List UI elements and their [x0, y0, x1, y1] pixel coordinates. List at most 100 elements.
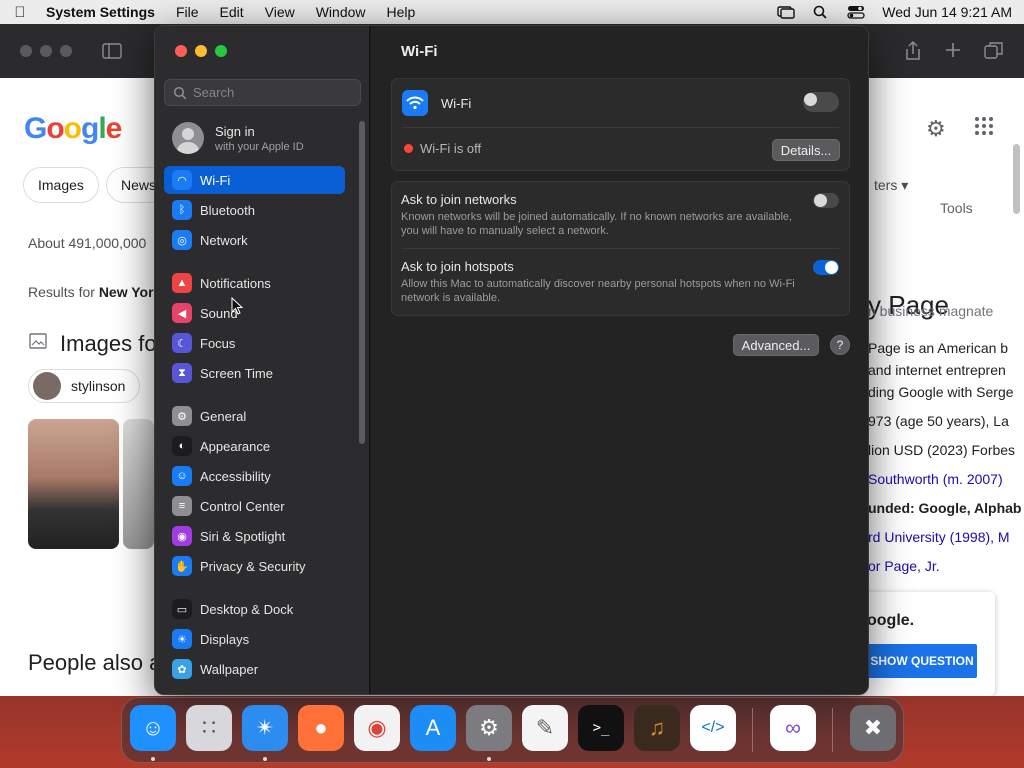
- sidebar-item-general[interactable]: ⚙ General: [164, 402, 345, 430]
- image-result-2[interactable]: [123, 419, 154, 549]
- menu-view[interactable]: View: [265, 4, 295, 20]
- apple-id-sign-in[interactable]: Sign in with your Apple ID: [172, 122, 304, 154]
- menu-bar-clock[interactable]: Wed Jun 14 9:21 AM: [882, 4, 1012, 20]
- sidebar-item-network[interactable]: ◎ Network: [164, 226, 345, 254]
- system-settings-icon[interactable]: ⚙: [466, 705, 512, 751]
- results-for-query[interactable]: New Yor: [99, 284, 154, 300]
- images-heading[interactable]: Images fo: [60, 331, 157, 357]
- spotlight-search-icon[interactable]: [812, 5, 830, 19]
- dock-separator: [752, 708, 753, 752]
- sidebar-item-displays[interactable]: ☀ Displays: [164, 625, 345, 653]
- visual-studio-icon[interactable]: ∞: [770, 705, 816, 751]
- ask-hotspots-desc: Allow this Mac to automatically discover…: [401, 278, 795, 304]
- browser-close-dot[interactable]: [20, 45, 32, 57]
- kp-line: 973 (age 50 years), La: [868, 413, 1009, 429]
- safari-icon[interactable]: ✴: [242, 705, 288, 751]
- wifi-pane: Wi-Fi Wi-Fi Wi-Fi is off Details... Ask …: [371, 26, 868, 694]
- filters-label[interactable]: ters ▾: [874, 177, 908, 194]
- textedit-icon[interactable]: ✎: [522, 705, 568, 751]
- accessibility-icon: ☺: [172, 466, 192, 486]
- garageband-icon[interactable]: ♫: [634, 705, 680, 751]
- trash-icon[interactable]: ✖: [850, 705, 896, 751]
- new-tab-icon[interactable]: [944, 41, 962, 59]
- sidebar-item-sound[interactable]: ◀ Sound: [164, 299, 345, 327]
- vscode-icon[interactable]: </>: [690, 705, 736, 751]
- sidebar-item-label: Wi-Fi: [200, 172, 231, 188]
- kp-line: unded: Google, Alphab: [868, 500, 1022, 516]
- menu-app-name[interactable]: System Settings: [46, 4, 155, 20]
- kp-link[interactable]: Southworth (m. 2007): [868, 471, 1003, 487]
- sidebar-item-bluetooth[interactable]: ᛒ Bluetooth: [164, 196, 345, 224]
- kp-line: and internet entrepren: [868, 362, 1006, 378]
- sidebar-item-appearance[interactable]: ◐ Appearance: [164, 432, 345, 460]
- zoom-button[interactable]: [215, 45, 227, 57]
- details-button[interactable]: Details...: [772, 139, 840, 161]
- advanced-button[interactable]: Advanced...: [733, 334, 819, 356]
- image-chip[interactable]: stylinson: [28, 369, 141, 403]
- sidebar-item-label: Focus: [200, 335, 236, 351]
- wifi-row: Wi-Fi: [392, 79, 849, 127]
- image-result-1[interactable]: [28, 419, 119, 549]
- gear-icon[interactable]: ⚙: [926, 116, 946, 142]
- apps-grid-icon[interactable]: [974, 116, 994, 136]
- kp-link[interactable]: or Page, Jr.: [868, 558, 940, 574]
- tools-link[interactable]: Tools: [940, 200, 973, 216]
- apple-menu-icon[interactable]: : [12, 4, 28, 21]
- sidebar-item-wallpaper[interactable]: ✿ Wallpaper: [164, 655, 345, 683]
- tab-overview-icon[interactable]: [984, 41, 1004, 59]
- logo-letter: G: [24, 112, 47, 145]
- kp-link[interactable]: rd University (1998), M: [868, 529, 1010, 545]
- settings-search[interactable]: [164, 79, 361, 106]
- minimize-button[interactable]: [195, 45, 207, 57]
- browser-zoom-dot[interactable]: [60, 45, 72, 57]
- sidebar-item-screen-time[interactable]: ⧗ Screen Time: [164, 359, 345, 387]
- dock: ☺ ∷ ✴ ● ◉ A ⚙ ✎ >_ ♫ </> ∞ ✖: [121, 697, 904, 763]
- menu-file[interactable]: File: [176, 4, 199, 20]
- chip-images[interactable]: Images: [23, 167, 99, 203]
- browser-minimize-dot[interactable]: [40, 45, 52, 57]
- close-button[interactable]: [175, 45, 187, 57]
- share-icon[interactable]: [904, 41, 922, 61]
- image-icon: [29, 333, 47, 349]
- sidebar-item-accessibility[interactable]: ☺ Accessibility: [164, 462, 345, 490]
- filters-text: ters: [874, 177, 898, 193]
- result-count: About 491,000,000: [28, 235, 147, 251]
- menu-edit[interactable]: Edit: [220, 4, 244, 20]
- control-center-icon[interactable]: [847, 5, 865, 19]
- screen-mirroring-icon[interactable]: [777, 5, 795, 19]
- launchpad-icon[interactable]: ∷: [186, 705, 232, 751]
- sidebar-item-siri-spotlight[interactable]: ◉ Siri & Spotlight: [164, 522, 345, 550]
- search-input[interactable]: [193, 85, 353, 100]
- moon-icon: ☾: [172, 333, 192, 353]
- image-chip-avatar: [33, 372, 61, 400]
- show-question-button[interactable]: SHOW QUESTION: [867, 644, 977, 678]
- sidebar-item-wi-fi[interactable]: ◠ Wi-Fi: [164, 166, 345, 194]
- sidebar-item-privacy-security[interactable]: ✋ Privacy & Security: [164, 552, 345, 580]
- sidebar-scrollbar[interactable]: [359, 121, 365, 444]
- sidebar-item-notifications[interactable]: ▲ Notifications: [164, 269, 345, 297]
- menu-bar:  System Settings File Edit View Window …: [0, 0, 1024, 24]
- sidebar-item-label: Notifications: [200, 275, 271, 291]
- ask-networks-row: Ask to join networks Known networks will…: [401, 192, 858, 238]
- sidebar-item-desktop-dock[interactable]: ▭ Desktop & Dock: [164, 595, 345, 623]
- sidebar-item-label: Accessibility: [200, 468, 271, 484]
- wifi-icon: ◠: [172, 170, 192, 190]
- browser-scrollbar[interactable]: [1013, 144, 1020, 214]
- status-dot-icon: [404, 144, 413, 153]
- sidebar-toggle-icon[interactable]: [102, 43, 122, 59]
- sidebar-item-focus[interactable]: ☾ Focus: [164, 329, 345, 357]
- dock-separator: [832, 708, 833, 752]
- help-button[interactable]: ?: [830, 335, 850, 355]
- chrome-icon[interactable]: ◉: [354, 705, 400, 751]
- app-store-icon[interactable]: A: [410, 705, 456, 751]
- menu-help[interactable]: Help: [387, 4, 416, 20]
- ask-hotspots-toggle[interactable]: [813, 260, 839, 275]
- terminal-icon[interactable]: >_: [578, 705, 624, 751]
- menu-window[interactable]: Window: [316, 4, 366, 20]
- firefox-icon[interactable]: ●: [298, 705, 344, 751]
- google-logo[interactable]: Google: [24, 112, 122, 146]
- sidebar-item-control-center[interactable]: ≡ Control Center: [164, 492, 345, 520]
- ask-networks-toggle[interactable]: [813, 193, 839, 208]
- finder-icon[interactable]: ☺: [130, 705, 176, 751]
- wifi-toggle[interactable]: [803, 92, 839, 112]
